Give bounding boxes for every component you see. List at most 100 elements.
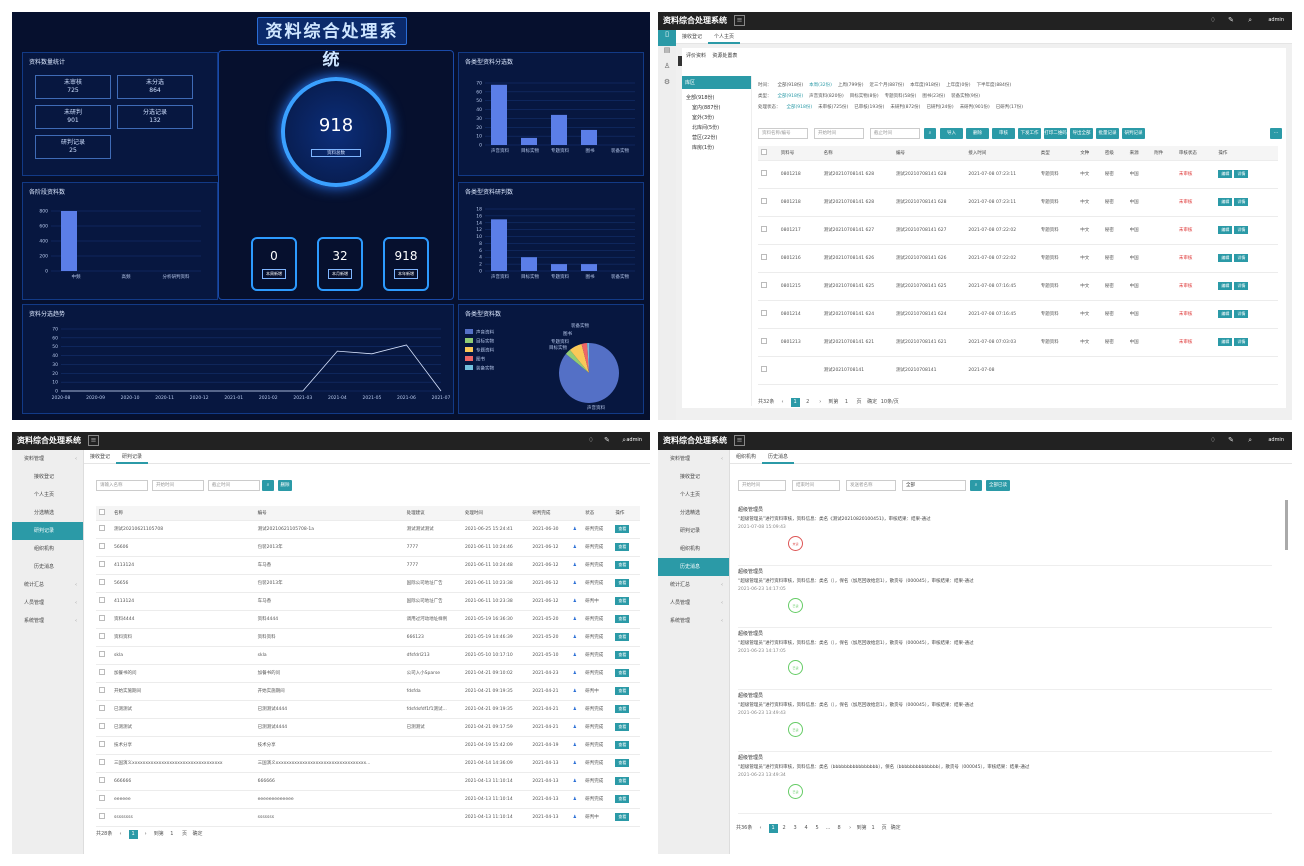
- page-1[interactable]: 1: [790, 398, 800, 407]
- filter-option[interactable]: 图书(23份): [922, 94, 945, 99]
- search-button[interactable]: ⌕: [924, 128, 936, 139]
- search-button[interactable]: ⌕: [262, 480, 274, 491]
- row-checkbox[interactable]: [99, 669, 105, 675]
- sidebar-item[interactable]: 接收登记: [12, 468, 83, 486]
- message-item[interactable]: 超级管理员 “超级管理员”进行资料审核，资料信息：类名（），保名（加厄回收给您1）…: [738, 568, 1272, 628]
- prev-icon[interactable]: ‹: [756, 824, 765, 833]
- toolbar-button[interactable]: 批量记录: [1096, 128, 1119, 139]
- sidebar-item[interactable]: 组织机构: [658, 540, 729, 558]
- scrollbar[interactable]: [1285, 500, 1288, 550]
- search-button[interactable]: ⌕: [970, 480, 982, 491]
- end-time-input[interactable]: 截止时间: [870, 128, 920, 139]
- sidebar-item[interactable]: 统计汇总 ‹: [12, 576, 83, 594]
- page-2[interactable]: 2: [803, 398, 812, 407]
- tab-records[interactable]: 研判记录: [116, 450, 149, 464]
- tree-item[interactable]: 营区(22份): [686, 133, 747, 143]
- sidebar-item[interactable]: 个人主页: [658, 486, 729, 504]
- select-all-checkbox[interactable]: [761, 148, 767, 155]
- filter-option[interactable]: 已审核(193份): [854, 105, 884, 110]
- bell-icon[interactable]: ♢: [1210, 436, 1216, 444]
- sidebar-item[interactable]: 历史消息: [658, 558, 729, 576]
- tree-item[interactable]: 北库间(5份): [686, 123, 747, 133]
- name-input[interactable]: 请输入名称: [96, 480, 148, 491]
- bar[interactable]: [581, 129, 597, 145]
- sidebar-item[interactable]: 研判记录: [658, 522, 729, 540]
- sidebar-item[interactable]: 研判记录: [12, 522, 83, 540]
- view-button[interactable]: 查看: [615, 615, 630, 623]
- end-time-input[interactable]: 结束时间: [792, 480, 840, 491]
- view-button[interactable]: 查看: [615, 687, 630, 695]
- detail-button[interactable]: 详情: [1234, 310, 1249, 318]
- table-row[interactable]: 0801216 测试20210708141 626 测试20210708141 62…: [758, 244, 1278, 273]
- edit-button[interactable]: 编辑: [1218, 282, 1233, 290]
- edit-button[interactable]: 编辑: [1218, 198, 1233, 206]
- table-row[interactable]: eeeeee eeeeeeeeeeeee 2021-04-13 11:10:14 20…: [96, 790, 640, 809]
- row-checkbox[interactable]: [761, 226, 767, 232]
- sidebar-item[interactable]: 人员管理 ‹: [658, 594, 729, 612]
- row-checkbox[interactable]: [761, 198, 767, 204]
- goto-input[interactable]: 1: [167, 830, 176, 839]
- detail-button[interactable]: 详情: [1234, 254, 1249, 262]
- detail-button[interactable]: 详情: [1234, 226, 1249, 234]
- bar[interactable]: [551, 264, 567, 271]
- sidebar-item[interactable]: 组织机构: [12, 540, 83, 558]
- row-checkbox[interactable]: [99, 615, 105, 621]
- tab-receive[interactable]: 接收登记: [676, 30, 708, 44]
- tree-item[interactable]: 室内(887份): [686, 103, 747, 113]
- table-row[interactable]: 三国演义xxxxxxxxxxxxxxxxxxxxxxxxxxxxxxxxxx 三国…: [96, 754, 640, 773]
- table-row[interactable]: skla skla dfsfdrl213 2021-05-10 10:17:10 202…: [96, 646, 640, 665]
- filter-option[interactable]: 目标实物(8份): [850, 94, 879, 99]
- bar[interactable]: [521, 257, 537, 271]
- subtab-disposal[interactable]: 资源处置表: [712, 53, 737, 59]
- gear-icon[interactable]: ⚙: [658, 78, 676, 94]
- page-number[interactable]: 8: [835, 824, 844, 833]
- filter-option[interactable]: 上周(799份): [838, 83, 864, 88]
- pager-page[interactable]: 1: [869, 824, 878, 833]
- stat-box[interactable]: 未研判 901: [35, 105, 111, 129]
- mark-all-read-button[interactable]: 全部已读: [986, 480, 1010, 491]
- bar[interactable]: [551, 114, 567, 145]
- page-number[interactable]: ...: [824, 824, 833, 833]
- row-checkbox[interactable]: [99, 525, 105, 531]
- table-row[interactable]: 4113124 车马香 国际公司地址广告 2021-06-11 10:23:38 202…: [96, 592, 640, 611]
- detail-button[interactable]: 详情: [1234, 198, 1249, 206]
- sidebar-item[interactable]: 个人主页: [12, 486, 83, 504]
- user-name[interactable]: admin: [626, 437, 642, 443]
- table-row[interactable]: 技术分享 技术分享 2021-04-19 15:42:09 2021-04-19 ♟ 研判…: [96, 736, 640, 755]
- stats-icon[interactable]: ▤: [658, 46, 676, 62]
- sidebar-item[interactable]: 资料管理 ‹: [658, 450, 729, 468]
- sidebar-item[interactable]: 资料管理 ‹: [12, 450, 83, 468]
- search-icon[interactable]: ⌕: [1248, 436, 1252, 445]
- goto-button[interactable]: 确定: [193, 830, 203, 839]
- toolbar-button[interactable]: 打印二维码: [1044, 128, 1067, 139]
- row-checkbox[interactable]: [761, 282, 767, 288]
- bar[interactable]: [581, 264, 597, 271]
- row-checkbox[interactable]: [99, 705, 105, 711]
- goto-input[interactable]: 1: [842, 398, 851, 407]
- table-row[interactable]: 测试20210708141 测试20210708141 2021-07-08: [758, 356, 1278, 385]
- stat-box[interactable]: 未审核 725: [35, 75, 111, 99]
- edit-button[interactable]: 编辑: [1218, 170, 1233, 178]
- start-time-input[interactable]: 开始时间: [152, 480, 204, 491]
- row-checkbox[interactable]: [99, 759, 105, 765]
- row-checkbox[interactable]: [761, 170, 767, 176]
- view-button[interactable]: 查看: [615, 669, 630, 677]
- table-row[interactable]: 666666 666666 2021-04-13 11:10:14 2021-04-1…: [96, 772, 640, 791]
- filter-option[interactable]: 未研判(872份): [890, 105, 920, 110]
- table-row[interactable]: 资料4444 资料4444 调用过河动地址样例 2021-05-19 16:36:30…: [96, 610, 640, 629]
- status-select[interactable]: 全部: [902, 480, 966, 491]
- bar[interactable]: [491, 84, 507, 145]
- stat-box[interactable]: 未分选 864: [117, 75, 193, 99]
- filter-option[interactable]: 声音资料(820份): [809, 94, 844, 99]
- filter-option[interactable]: 未审核(725份): [818, 105, 848, 110]
- view-button[interactable]: 查看: [615, 723, 630, 731]
- filter-option[interactable]: 本年度(918份): [910, 83, 940, 88]
- filter-option[interactable]: 专题资料(58份): [885, 94, 917, 99]
- sidebar-item[interactable]: 接收登记: [658, 468, 729, 486]
- table-row[interactable]: 0801218 测试20210708141 628 测试20210708141 62…: [758, 188, 1278, 217]
- bell-icon[interactable]: ♢: [588, 436, 594, 444]
- row-checkbox[interactable]: [761, 366, 767, 372]
- tab-org[interactable]: 组织机构: [730, 450, 762, 464]
- table-row[interactable]: 4113124 车马香 7777 2021-06-11 10:24:48 2021-06…: [96, 556, 640, 575]
- user-name[interactable]: admin: [1268, 437, 1284, 443]
